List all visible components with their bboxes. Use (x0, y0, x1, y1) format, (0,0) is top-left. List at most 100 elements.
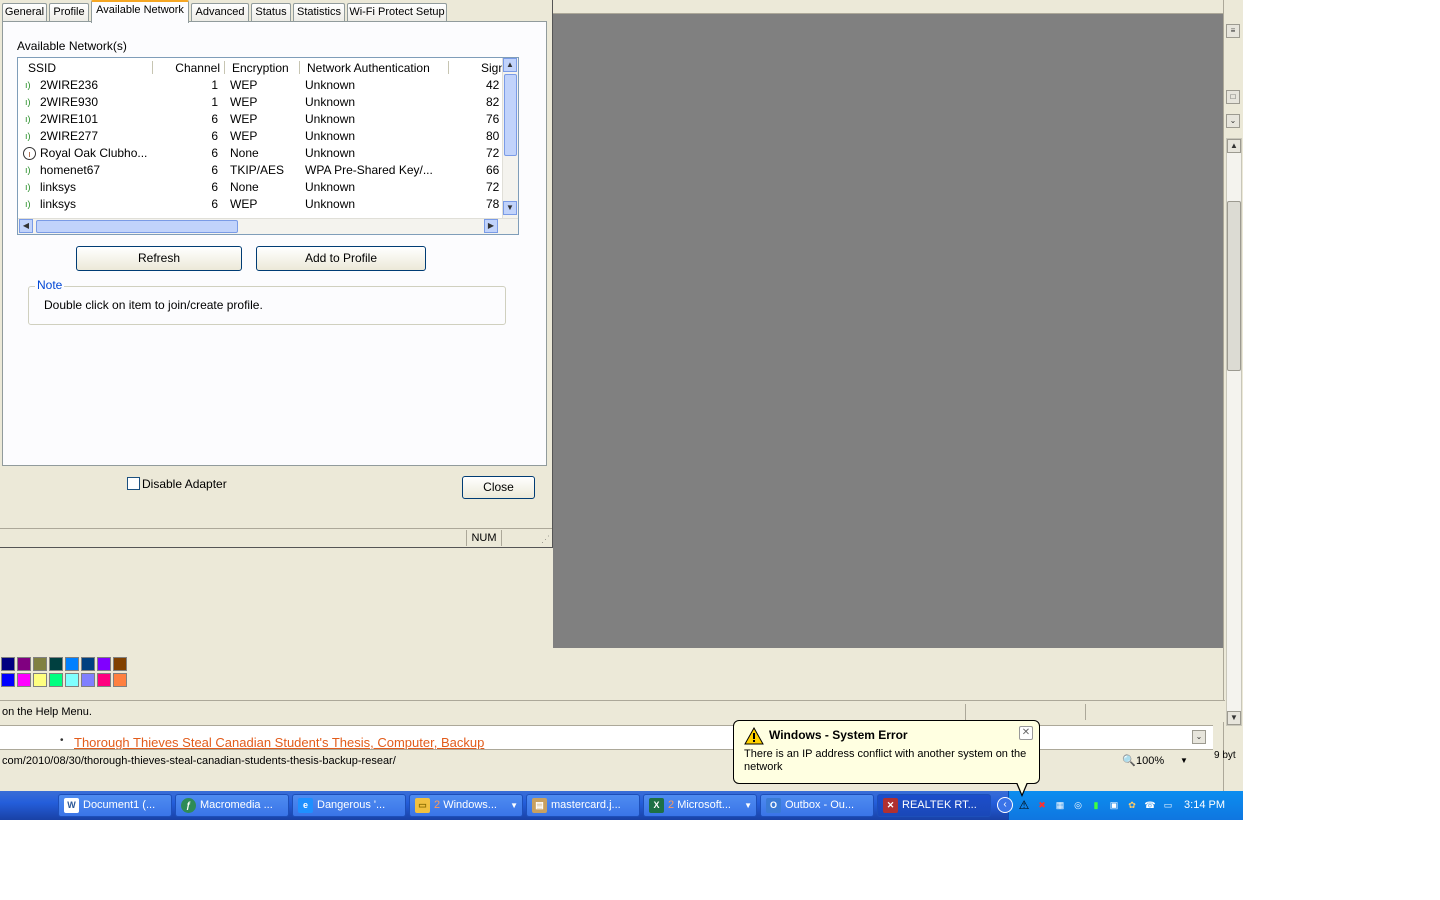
list-header: SSID Channel Encryption Network Authenti… (18, 58, 506, 76)
palette-swatch[interactable] (65, 673, 79, 687)
palette-swatch[interactable] (97, 673, 111, 687)
column-channel[interactable]: Channel (158, 58, 220, 76)
network-error-icon[interactable]: ✖ (1035, 798, 1049, 812)
task-count: 2 (668, 799, 675, 811)
network-ssid: linksys (40, 180, 77, 194)
tab-advanced[interactable]: Advanced (191, 3, 249, 22)
scroll-right-icon[interactable]: ▶ (484, 219, 498, 233)
security-icon[interactable]: ▣ (1107, 798, 1121, 812)
list-horizontal-scrollbar[interactable]: ◀ ▶ (18, 218, 518, 234)
scroll-up-icon[interactable]: ▲ (1227, 139, 1241, 153)
task-button-word[interactable]: W Document1 (... (58, 794, 172, 817)
close-button[interactable]: Close (462, 476, 535, 499)
phone-icon[interactable]: ☎ (1143, 798, 1157, 812)
add-to-profile-button[interactable]: Add to Profile (256, 246, 426, 271)
task-label: Windows... (443, 799, 497, 811)
network-channel: 6 (211, 197, 218, 211)
balloon-close-icon[interactable]: ✕ (1019, 726, 1033, 740)
zoom-level[interactable]: 100% (1136, 750, 1164, 772)
palette-swatch[interactable] (49, 657, 63, 671)
network-list[interactable]: SSID Channel Encryption Network Authenti… (17, 57, 519, 235)
article-link[interactable]: Thorough Thieves Steal Canadian Student'… (74, 735, 484, 750)
network-row[interactable]: ı) 2WIRE930 1 WEP Unknown 82 (18, 94, 506, 111)
system-error-balloon[interactable]: Windows - System Error There is an IP ad… (733, 720, 1040, 784)
tab-general[interactable]: General (2, 3, 47, 22)
color-palette (0, 657, 130, 689)
network-row[interactable]: ı) 2WIRE101 6 WEP Unknown 76 (18, 111, 506, 128)
zoom-dropdown-icon[interactable]: ▼ (1180, 750, 1188, 772)
network-encryption: None (230, 146, 259, 160)
desktop: ≡ □ ⌄ ▲ ▼ on the Help Menu. • Thorough T… (0, 0, 1243, 820)
scroll-down-icon[interactable]: ▼ (503, 201, 517, 215)
list-scroll-thumb[interactable] (504, 74, 517, 156)
network-channel: 6 (211, 112, 218, 126)
task-button-excel[interactable]: X 2 Microsoft... ▼ (643, 794, 757, 817)
palette-swatch[interactable] (1, 657, 15, 671)
task-button-realtek[interactable]: ✕ REALTEK RT... (877, 794, 991, 817)
zoom-icon[interactable]: 🔍 (1122, 750, 1136, 772)
task-button-mastercard[interactable]: ▤ mastercard.j... (526, 794, 640, 817)
palette-swatch[interactable] (81, 673, 95, 687)
column-separator (224, 61, 225, 74)
network-channel: 6 (211, 129, 218, 143)
task-button-windows[interactable]: ▭ 2 Windows... ▼ (409, 794, 523, 817)
scroll-left-icon[interactable]: ◀ (19, 219, 33, 233)
disable-adapter-label[interactable]: Disable Adapter (142, 477, 227, 491)
palette-swatch[interactable] (81, 657, 95, 671)
tab-profile[interactable]: Profile (49, 3, 89, 22)
palette-swatch[interactable] (49, 673, 63, 687)
dropdown-icon[interactable]: ⌄ (1192, 730, 1206, 744)
refresh-button[interactable]: Refresh (76, 246, 242, 271)
scroll-down-icon[interactable]: ▼ (1227, 711, 1241, 725)
palette-swatch[interactable] (33, 673, 47, 687)
palette-swatch[interactable] (113, 657, 127, 671)
status-url: com/2010/08/30/thorough-thieves-steal-ca… (2, 755, 396, 767)
scroll-thumb[interactable] (1227, 201, 1241, 371)
palette-swatch[interactable] (113, 673, 127, 687)
task-button-outlook[interactable]: O Outbox - Ou... (760, 794, 874, 817)
tab-available-network[interactable]: Available Network (91, 0, 189, 23)
resize-grip-icon[interactable]: ⋰ (541, 534, 550, 545)
column-network-authentication[interactable]: Network Authentication (307, 58, 447, 76)
wireless-icon[interactable]: ◎ (1071, 798, 1085, 812)
tray-app-icon[interactable]: ✿ (1125, 798, 1139, 812)
palette-swatch[interactable] (1, 673, 15, 687)
word-icon: W (64, 798, 79, 813)
network-icon[interactable]: ▦ (1053, 798, 1067, 812)
task-button-ie[interactable]: e Dangerous '... (292, 794, 406, 817)
disable-adapter-checkbox[interactable] (127, 477, 140, 490)
list-vertical-scrollbar[interactable]: ▲ ▼ (502, 58, 518, 218)
network-row[interactable]: ı) linksys 6 None Unknown 72 (18, 179, 506, 196)
palette-swatch[interactable] (17, 673, 31, 687)
column-ssid[interactable]: SSID (28, 58, 148, 76)
task-button-macromedia[interactable]: ƒ Macromedia ... (175, 794, 289, 817)
tab-statistics[interactable]: Statistics (293, 3, 345, 22)
network-row[interactable]: ı) homenet67 6 TKIP/AES WPA Pre-Shared K… (18, 162, 506, 179)
signal-bars-icon[interactable]: ▮ (1089, 798, 1103, 812)
tab-wifi-protect-setup[interactable]: Wi-Fi Protect Setup (347, 3, 447, 22)
palette-swatch[interactable] (97, 657, 111, 671)
dropdown-icon[interactable]: ⌄ (1226, 114, 1240, 128)
list-hscroll-thumb[interactable] (36, 220, 238, 233)
tab-status[interactable]: Status (251, 3, 291, 22)
clock[interactable]: 3:14 PM (1184, 791, 1225, 820)
scroll-up-icon[interactable]: ▲ (503, 58, 517, 72)
display-icon[interactable]: ▭ (1161, 798, 1175, 812)
warning-icon[interactable]: ⚠ (1017, 798, 1031, 812)
bullet: • (60, 735, 64, 746)
show-hidden-icons-icon[interactable]: ‹ (997, 797, 1013, 813)
palette-swatch[interactable] (17, 657, 31, 671)
restore-icon[interactable]: □ (1226, 90, 1240, 104)
palette-swatch[interactable] (33, 657, 47, 671)
column-encryption[interactable]: Encryption (232, 58, 296, 76)
network-row[interactable]: ı Royal Oak Clubho... 6 None Unknown 72 (18, 145, 506, 162)
network-row[interactable]: ı) linksys 6 WEP Unknown 78 (18, 196, 506, 213)
network-row[interactable]: ı) 2WIRE277 6 WEP Unknown 80 (18, 128, 506, 145)
task-label: Macromedia ... (200, 799, 273, 811)
network-row[interactable]: ı) 2WIRE236 1 WEP Unknown 42 (18, 77, 506, 94)
task-label: Dangerous '... (317, 799, 386, 811)
palette-swatch[interactable] (65, 657, 79, 671)
app-workspace (553, 0, 1223, 648)
page-vertical-scrollbar[interactable]: ▲ ▼ (1226, 138, 1242, 726)
panel-menu-icon[interactable]: ≡ (1226, 24, 1240, 38)
